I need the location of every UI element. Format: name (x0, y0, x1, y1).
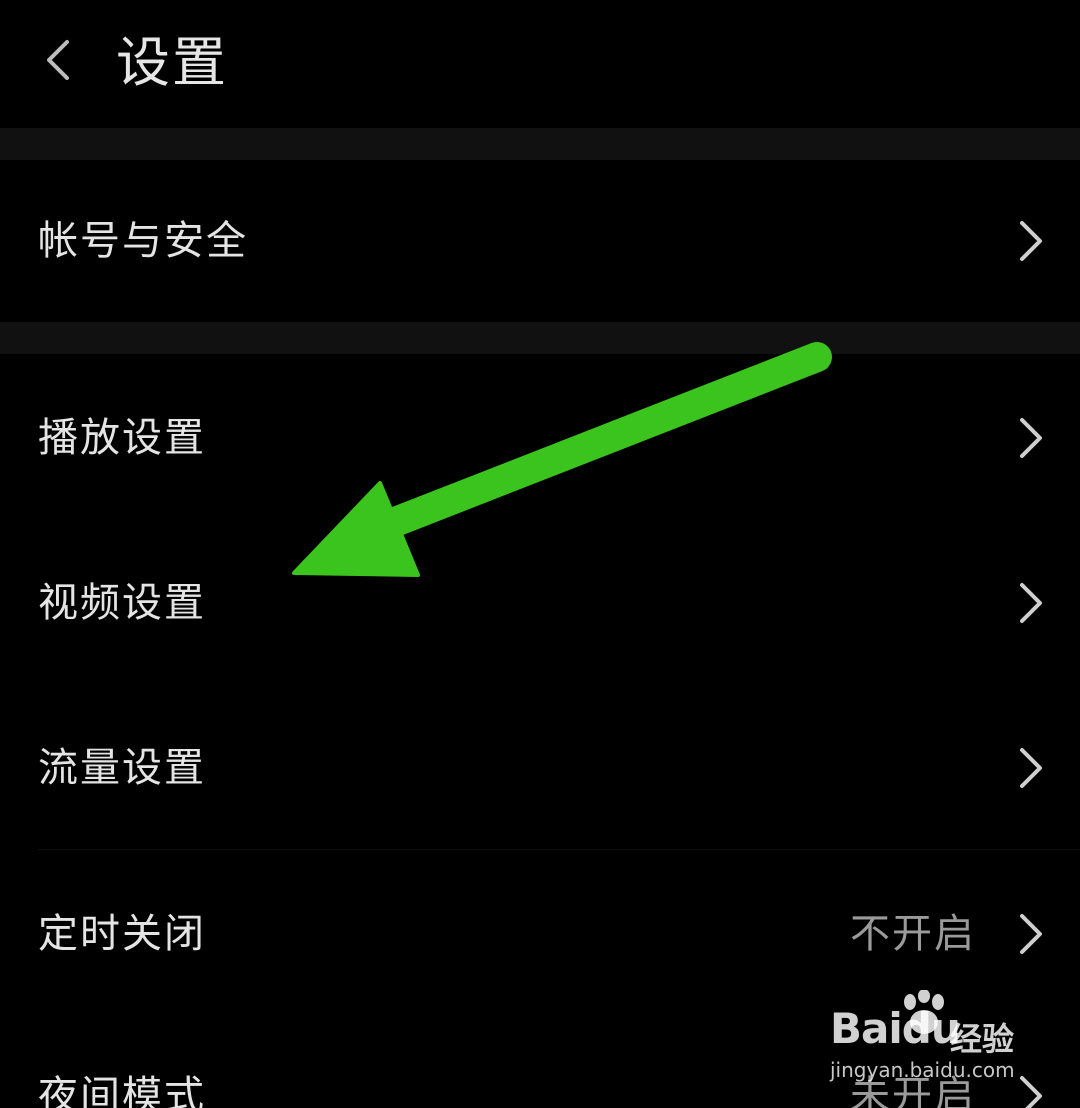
top-app-bar: 设置 (0, 0, 1080, 128)
chevron-left-icon (47, 40, 69, 80)
chevron-right-icon (1020, 1076, 1042, 1108)
night-mode-value: 未开启 (850, 1073, 976, 1108)
settings-item-video[interactable]: 视频设置 (0, 520, 1080, 685)
settings-item-label: 定时关闭 (38, 911, 206, 957)
settings-item-sleep-timer[interactable]: 定时关闭 不开启 (0, 850, 1080, 1016)
sleep-timer-value: 不开启 (850, 911, 976, 957)
section-divider (0, 128, 1080, 160)
settings-item-label: 帐号与安全 (38, 218, 248, 264)
settings-item-data-usage[interactable]: 流量设置 (0, 685, 1080, 850)
settings-item-night-mode[interactable]: 夜间模式 未开启 (0, 1016, 1080, 1108)
settings-item-label: 夜间模式 (38, 1073, 206, 1108)
page-title: 设置 (116, 31, 228, 94)
chevron-right-icon (1020, 748, 1042, 788)
settings-item-label: 视频设置 (38, 580, 206, 626)
settings-item-label: 流量设置 (38, 745, 206, 791)
section-divider (0, 322, 1080, 354)
chevron-right-icon (1020, 914, 1042, 954)
chevron-right-icon (1020, 221, 1042, 261)
back-button[interactable] (30, 30, 86, 90)
settings-item-playback[interactable]: 播放设置 (0, 354, 1080, 520)
settings-item-label: 播放设置 (38, 415, 206, 461)
chevron-right-icon (1020, 418, 1042, 458)
chevron-right-icon (1020, 583, 1042, 623)
settings-item-account-security[interactable]: 帐号与安全 (0, 160, 1080, 322)
